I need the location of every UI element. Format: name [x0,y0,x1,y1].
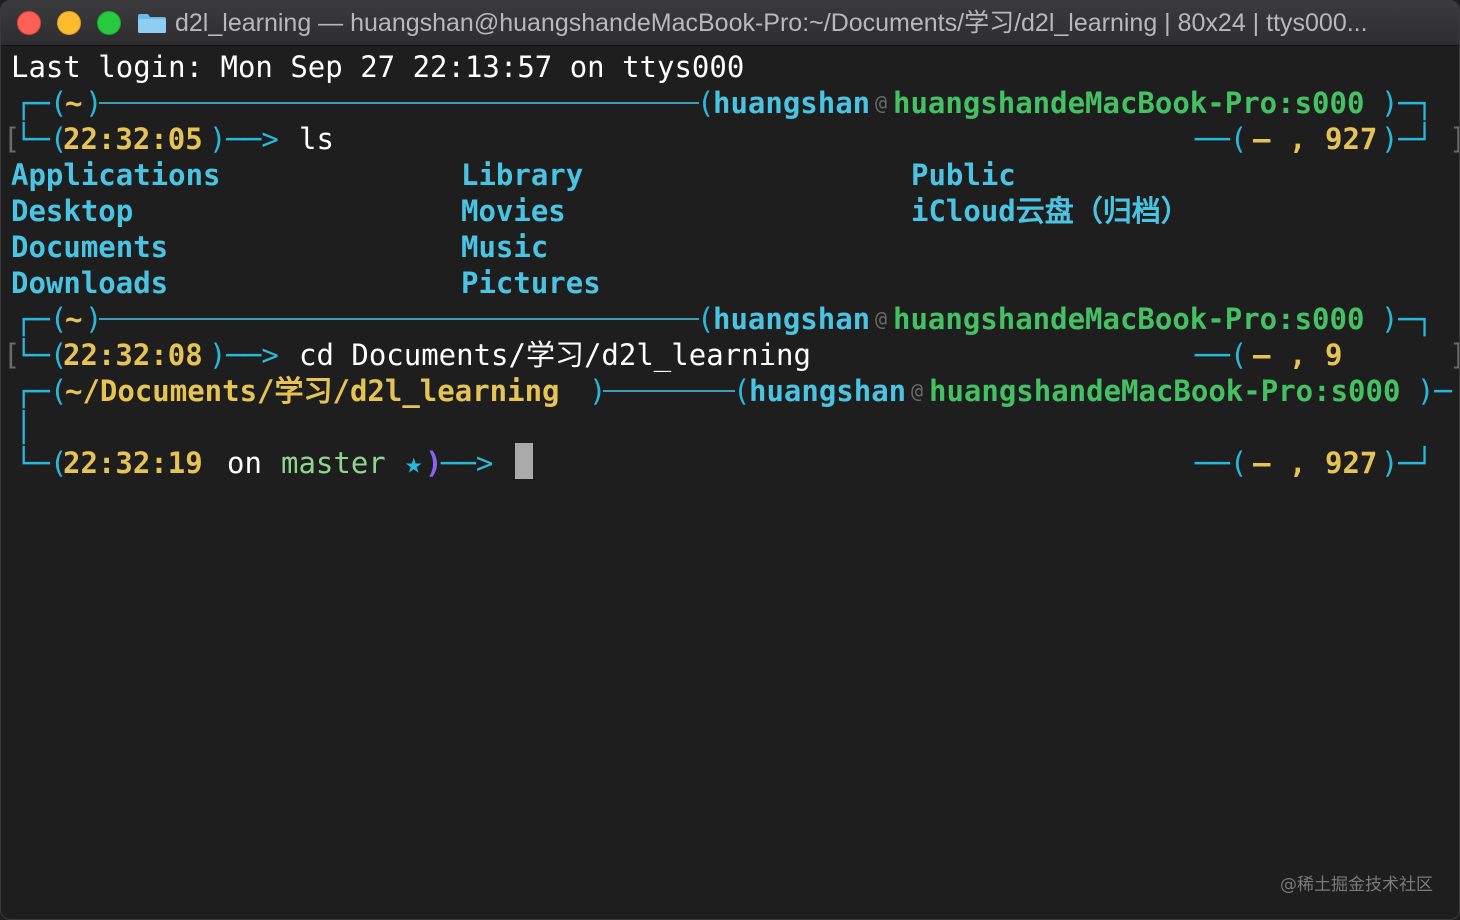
prompt-3-host-close: )─ [1417,374,1452,408]
prompt-3-right-close: )─┘ [1381,446,1434,480]
ls-entry: Applications [11,158,221,192]
last-login-line: Last login: Mon Sep 27 22:13:57 on ttys0… [11,50,745,84]
terminal-window: d2l_learning — huangshan@huangshandeMacB… [0,0,1460,920]
prompt-1-user: huangshan [713,86,871,120]
ls-entry: Desktop [11,194,134,228]
prompt-1-time: 22:32:05 [63,122,203,156]
prompt-1-arrow: )──> [209,122,279,156]
prompt-3-user: huangshan [749,374,907,408]
prompt-2-host: huangshandeMacBook-Pro:s000 [893,302,1365,336]
git-dirty-star-icon: ★ [405,446,423,480]
cursor-block [515,443,533,479]
prompt-2-command: cd Documents/学习/d2l_learning [299,338,811,372]
bracket-right: ] [1449,337,1459,373]
prompt-3-comma: , [1289,446,1307,480]
prompt-3-elbow: └─( [15,446,68,480]
prompt-3-host: huangshandeMacBook-Pro:s000 [929,374,1401,408]
ls-entry: Documents [11,230,169,264]
prompt-1-comma: , [1289,122,1307,156]
prompt-2-elbow: └─( [15,338,68,372]
prompt-2-paren-open: ( [697,302,715,336]
prompt-1-dir: ~ [65,86,83,120]
prompt-2-time: 22:32:08 [63,338,203,372]
prompt-3-dir: ~/Documents/学习/d2l_learning [65,374,560,408]
prompt-2-host-close: )─┐ [1381,302,1434,336]
prompt-3-paren-close: ) [425,446,443,480]
ls-entry: Pictures [461,266,601,300]
prompt-2-right-dash: ──( [1195,338,1248,372]
prompt-1-paren-open: ( [697,86,715,120]
prompt-3-right-dash: ──( [1195,446,1248,480]
terminal-content[interactable]: Last login: Mon Sep 27 22:13:57 on ttys0… [1,45,1459,919]
prompt-3-arrow: ──> [441,446,494,480]
prompt-3-time: 22:32:19 [63,446,203,480]
prompt-3-at: @ [911,379,924,403]
prompt-2-status: — [1253,338,1271,372]
minimize-button[interactable] [57,11,81,35]
git-branch: master [281,446,386,480]
title-bar[interactable]: d2l_learning — huangshan@huangshandeMacB… [1,1,1459,46]
prompt-1-at: @ [875,91,888,115]
ls-entry: Downloads [11,266,169,300]
ls-entry: Library [461,158,584,192]
zoom-button[interactable] [97,11,121,35]
prompt-1-host: huangshandeMacBook-Pro:s000 [893,86,1365,120]
prompt-2-arrow: )──> [209,338,279,372]
prompt-3-corner: ┌─( [15,374,68,408]
prompt-1-right-dash: ──( [1195,122,1248,156]
prompt-1-host-close: )─┐ [1381,86,1434,120]
prompt-2-dir: ~ [65,302,83,336]
prompt-3-on: on [227,446,262,480]
prompt-3-rule [603,390,735,392]
ls-entry: Music [461,230,549,264]
prompt-1-corner: ┌─( [15,86,68,120]
prompt-3-connector: │ [15,410,33,444]
prompt-2-history: 9 [1325,338,1343,372]
window-title: d2l_learning — huangshan@huangshandeMacB… [175,9,1368,37]
prompt-1-rule [99,102,699,104]
ls-entry: iCloud云盘（归档） [911,194,1190,228]
ls-entry: Public [911,158,1016,192]
prompt-2-at: @ [875,307,888,331]
ls-entry: Movies [461,194,566,228]
bracket-right: ] [1449,121,1459,157]
prompt-3-status: — [1253,446,1271,480]
close-button[interactable] [17,11,41,35]
prompt-1-elbow: └─( [15,122,68,156]
prompt-2-corner: ┌─( [15,302,68,336]
prompt-1-history: 927 [1325,122,1378,156]
prompt-3-paren-open: ( [733,374,751,408]
prompt-2-rule [99,318,699,320]
prompt-1-right-close: )─┘ [1381,122,1434,156]
watermark: @稀土掘金技术社区 [1280,875,1433,895]
folder-icon [138,14,166,33]
prompt-2-comma: , [1289,338,1307,372]
prompt-3-history: 927 [1325,446,1378,480]
prompt-2-user: huangshan [713,302,871,336]
prompt-1-command: ls [299,122,334,156]
prompt-1-status: — [1253,122,1271,156]
